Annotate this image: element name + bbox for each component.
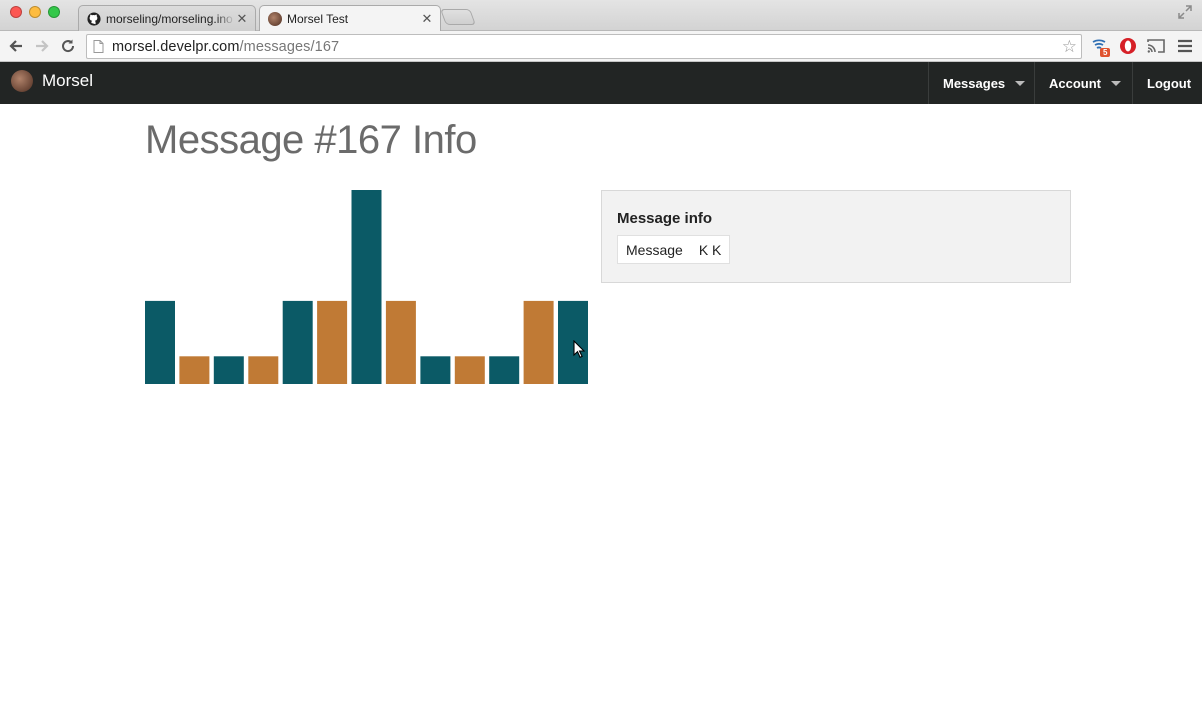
chart-bar — [179, 356, 210, 384]
opera-extension-icon[interactable] — [1118, 36, 1138, 56]
chart-bar — [145, 300, 175, 384]
chart-bar — [317, 300, 348, 384]
info-table: Message K K — [617, 235, 731, 264]
tab-title: morseling/morseling.ino a — [106, 11, 235, 26]
nav-logout-label: Logout — [1147, 75, 1192, 91]
back-arrow-icon — [9, 40, 22, 52]
url-text: morsel.develpr.com/messages/167 — [112, 39, 339, 55]
brand-name: Morsel — [42, 71, 94, 90]
github-icon — [87, 11, 101, 26]
mouse-cursor-icon — [573, 340, 585, 358]
cast-icon[interactable] — [1146, 36, 1166, 56]
chart-bar — [489, 356, 520, 384]
brand-link[interactable]: Morsel — [11, 70, 93, 92]
browser-tab-morsel[interactable]: Morsel Test ✕ — [259, 5, 441, 32]
address-bar[interactable]: morsel.develpr.com/messages/167 ☆ — [86, 34, 1082, 59]
new-tab-button[interactable] — [440, 9, 476, 25]
info-label-message: Message — [626, 241, 683, 258]
nav-messages-label: Messages — [943, 75, 1006, 91]
info-heading: Message info — [617, 210, 713, 227]
caret-down-icon — [1015, 80, 1026, 86]
caret-down-icon — [1111, 80, 1121, 86]
reload-icon — [62, 39, 75, 53]
extension-wifi-icon[interactable]: 5 — [1090, 36, 1110, 57]
chart-bar — [282, 300, 313, 384]
close-tab-icon[interactable]: ✕ — [235, 11, 249, 27]
menu-icon[interactable] — [1176, 36, 1196, 56]
chart-bar — [385, 300, 416, 384]
close-tab-icon[interactable]: ✕ — [420, 11, 434, 27]
morse-bar-chart — [145, 190, 588, 384]
browser-toolbar: morsel.develpr.com/messages/167 ☆ 5 — [0, 31, 1202, 62]
chart-bar — [523, 300, 554, 384]
close-window-button[interactable] — [10, 6, 22, 18]
morsel-logo-icon — [268, 12, 282, 26]
forward-arrow-icon — [36, 40, 49, 52]
page-title: Message #167 Info — [145, 118, 477, 162]
info-value-message: K K — [698, 241, 722, 258]
forward-button[interactable] — [32, 36, 52, 56]
page-icon — [93, 40, 104, 53]
back-button[interactable] — [6, 36, 26, 56]
tab-title: Morsel Test — [287, 12, 349, 26]
chart-bar — [420, 356, 451, 384]
nav-account-dropdown[interactable]: Account — [1034, 62, 1132, 104]
reload-button[interactable] — [58, 36, 78, 56]
chart-bar — [351, 190, 382, 384]
app-navbar: Morsel Messages Account Logout — [0, 62, 1202, 104]
nav-logout-link[interactable]: Logout — [1132, 62, 1202, 104]
nav-menu: Messages Account Logout — [928, 62, 1202, 104]
nav-messages-dropdown[interactable]: Messages — [928, 62, 1034, 104]
chart-bar — [213, 356, 244, 384]
bookmark-star-icon[interactable]: ☆ — [1062, 37, 1077, 57]
browser-tab-github[interactable]: morseling/morseling.ino a ✕ — [78, 5, 256, 31]
chart-bar — [248, 356, 279, 384]
browser-tabstrip: morseling/morseling.ino a ✕ Morsel Test … — [0, 0, 1202, 32]
chart-bar — [454, 356, 485, 384]
morsel-logo-icon — [11, 70, 33, 92]
message-info-panel: Message info Message K K — [601, 190, 1071, 283]
fullscreen-icon[interactable] — [1178, 5, 1192, 19]
nav-account-label: Account — [1049, 75, 1101, 91]
url-path: /messages/167 — [239, 38, 340, 55]
extension-badge: 5 — [1103, 48, 1108, 57]
url-host: morsel.develpr.com — [112, 38, 240, 55]
minimize-window-button[interactable] — [29, 6, 41, 18]
zoom-window-button[interactable] — [48, 6, 60, 18]
